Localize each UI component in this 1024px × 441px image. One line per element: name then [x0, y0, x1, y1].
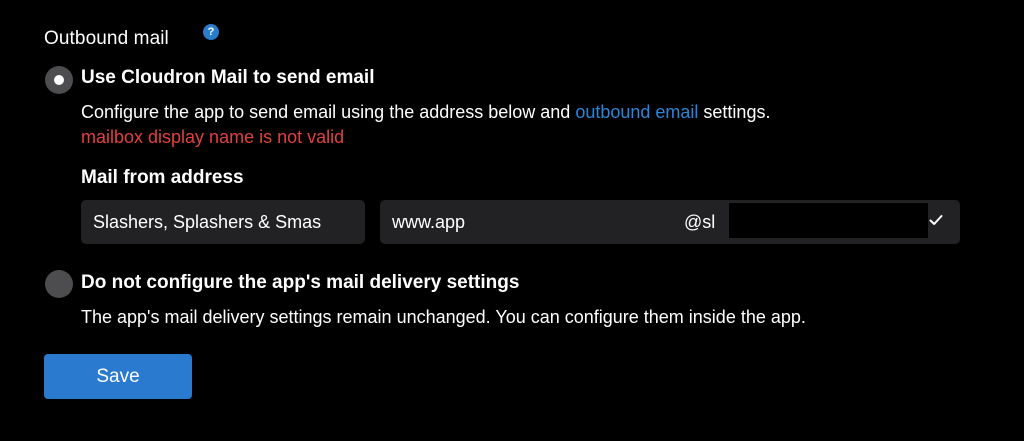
mailbox-value: www.app: [392, 212, 466, 232]
description-suffix: settings.: [698, 102, 771, 122]
do-not-configure-description: The app's mail delivery settings remain …: [81, 307, 806, 327]
mail-from-label: Mail from address: [81, 167, 244, 188]
radio-do-not-configure[interactable]: [45, 270, 73, 298]
cloudron-mail-description: Configure the app to send email using th…: [81, 102, 770, 123]
radio-use-cloudron-mail[interactable]: [45, 66, 73, 94]
redacted-domain: [729, 203, 928, 238]
description-prefix: Configure the app to send email using th…: [81, 102, 576, 122]
display-name-input[interactable]: Slashers, Splashers & Smas: [81, 200, 365, 244]
radio-label-use-cloudron-mail[interactable]: Use Cloudron Mail to send email: [81, 67, 375, 89]
checkmark-icon[interactable]: [928, 212, 944, 228]
error-message: mailbox display name is not valid: [81, 127, 345, 147]
domain-value: @sl: [684, 212, 716, 232]
outbound-email-link[interactable]: outbound email: [575, 102, 698, 122]
section-title: Outbound mail: [44, 28, 169, 49]
radio-label-do-not-configure[interactable]: Do not configure the app's mail delivery…: [81, 272, 519, 294]
help-icon[interactable]: ?: [203, 24, 219, 40]
save-button[interactable]: Save: [44, 354, 192, 399]
